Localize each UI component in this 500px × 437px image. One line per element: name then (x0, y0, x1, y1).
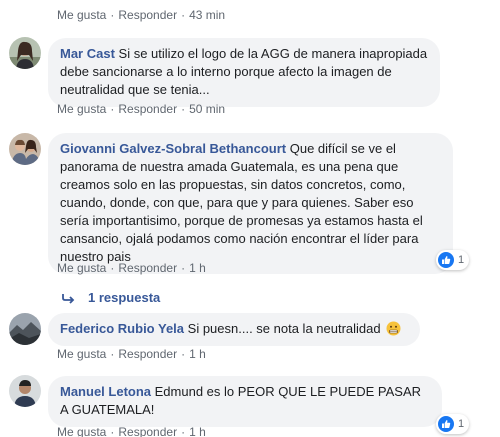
comment-bubble: Manuel Letona Edmund es lo PEOR QUE LE P… (48, 376, 442, 427)
comment-text: Que difícil se ve el panorama de nuestra… (60, 141, 423, 264)
like-reaction-icon (438, 416, 454, 432)
comment-bubble: Federico Rubio Yela Si puesn.... se nota… (48, 313, 420, 346)
separator: · (110, 347, 115, 361)
like-button[interactable]: Me gusta (57, 8, 106, 22)
like-button[interactable]: Me gusta (57, 261, 106, 275)
avatar[interactable] (9, 133, 41, 165)
reply-button[interactable]: Responder (118, 261, 177, 275)
like-reaction-icon (438, 252, 454, 268)
separator: · (181, 8, 186, 22)
like-button[interactable]: Me gusta (57, 102, 106, 116)
reaction-count: 1 (458, 418, 465, 430)
reply-button[interactable]: Responder (118, 8, 177, 22)
separator: · (181, 261, 186, 275)
like-button[interactable]: Me gusta (57, 425, 106, 437)
separator: · (110, 425, 115, 437)
reaction-badge[interactable]: 1 (436, 414, 470, 434)
reply-button[interactable]: Responder (118, 102, 177, 116)
comment-author[interactable]: Manuel Letona (60, 384, 151, 399)
comment-bubble: Giovanni Galvez-Sobral Bethancourt Que d… (48, 133, 453, 274)
comment-bubble: Mar Cast Si se utilizo el logo de la AGG… (48, 38, 440, 107)
comment-actions: Me gusta · Responder · 1 h (57, 261, 206, 275)
timestamp[interactable]: 1 h (189, 347, 206, 361)
comment-actions: Me gusta · Responder · 50 min (57, 102, 225, 116)
comment-actions: Me gusta · Responder · 1 h (57, 425, 206, 437)
separator: · (110, 8, 115, 22)
avatar[interactable] (9, 375, 41, 407)
comment-actions: Me gusta · Responder · 1 h (57, 347, 206, 361)
replies-count-label: 1 respuesta (88, 290, 161, 305)
timestamp[interactable]: 43 min (189, 8, 225, 22)
reply-button[interactable]: Responder (118, 347, 177, 361)
reply-button[interactable]: Responder (118, 425, 177, 437)
separator: · (110, 102, 115, 116)
comment-author[interactable]: Federico Rubio Yela (60, 321, 184, 336)
reply-arrow-icon (62, 292, 76, 304)
timestamp[interactable]: 50 min (189, 102, 225, 116)
comment-author[interactable]: Mar Cast (60, 46, 115, 61)
separator: · (181, 102, 186, 116)
comment-text: Si se utilizo el logo de la AGG de maner… (60, 46, 428, 97)
avatar[interactable] (9, 37, 41, 69)
comment-author[interactable]: Giovanni Galvez-Sobral Bethancourt (60, 141, 286, 156)
timestamp[interactable]: 1 h (189, 425, 206, 437)
grimace-emoji-icon (386, 321, 401, 336)
reaction-count: 1 (458, 254, 465, 266)
comment-text: Si puesn.... se nota la neutralidad (187, 321, 381, 336)
like-button[interactable]: Me gusta (57, 347, 106, 361)
separator: · (110, 261, 115, 275)
avatar[interactable] (9, 313, 41, 345)
timestamp[interactable]: 1 h (189, 261, 206, 275)
comment-actions: Me gusta · Responder · 43 min (57, 8, 225, 22)
separator: · (181, 347, 186, 361)
separator: · (181, 425, 186, 437)
view-replies-link[interactable]: 1 respuesta (62, 290, 160, 305)
reaction-badge[interactable]: 1 (436, 250, 470, 270)
